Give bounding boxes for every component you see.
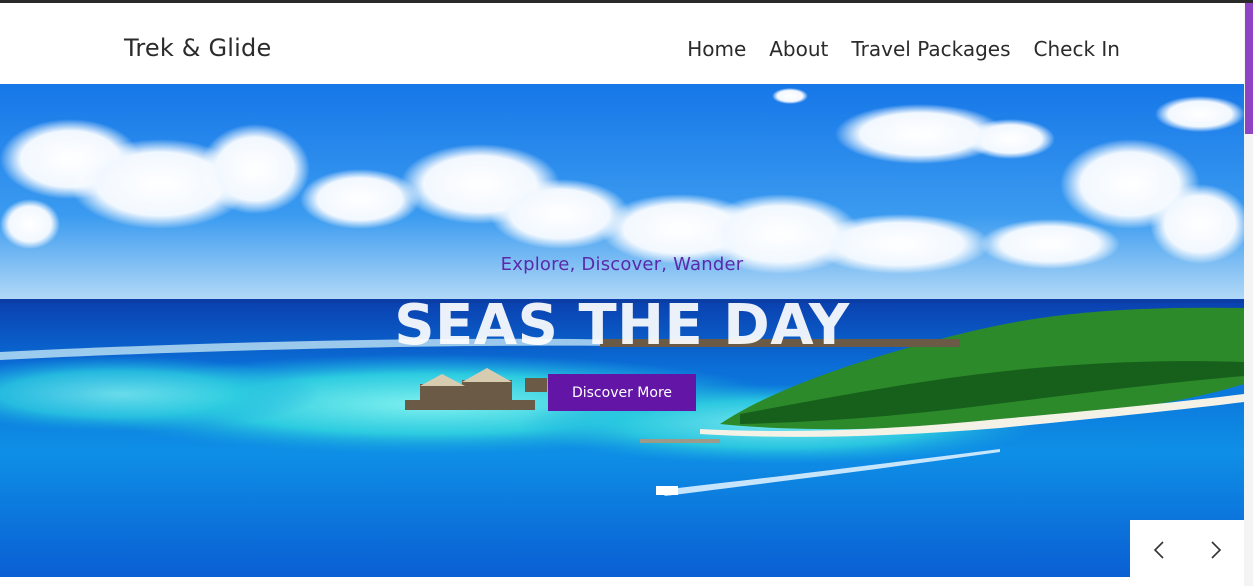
chevron-right-icon	[1210, 540, 1221, 559]
hero-carousel: Explore, Discover, Wander SEAS THE DAY D…	[0, 84, 1244, 577]
chevron-left-icon	[1153, 540, 1164, 559]
nav-about-link[interactable]: About	[769, 37, 828, 61]
slider-prev-button[interactable]	[1139, 530, 1179, 570]
nav-check-in-link[interactable]: Check In	[1034, 37, 1120, 61]
hero-title: SEAS THE DAY	[394, 293, 850, 358]
hero-subtitle: Explore, Discover, Wander	[500, 254, 744, 275]
main-nav: Home About Travel Packages Check In	[687, 37, 1120, 61]
discover-more-button[interactable]: Discover More	[548, 374, 696, 411]
page-scrollbar[interactable]	[1244, 3, 1253, 586]
scrollbar-thumb[interactable]	[1245, 3, 1253, 134]
slider-next-button[interactable]	[1196, 530, 1236, 570]
brand-logo[interactable]: Trek & Glide	[124, 34, 271, 62]
nav-travel-packages-link[interactable]: Travel Packages	[851, 37, 1010, 61]
navbar: Trek & Glide Home About Travel Packages …	[0, 3, 1244, 84]
nav-home-link[interactable]: Home	[687, 37, 746, 61]
slider-controls	[1130, 520, 1244, 579]
